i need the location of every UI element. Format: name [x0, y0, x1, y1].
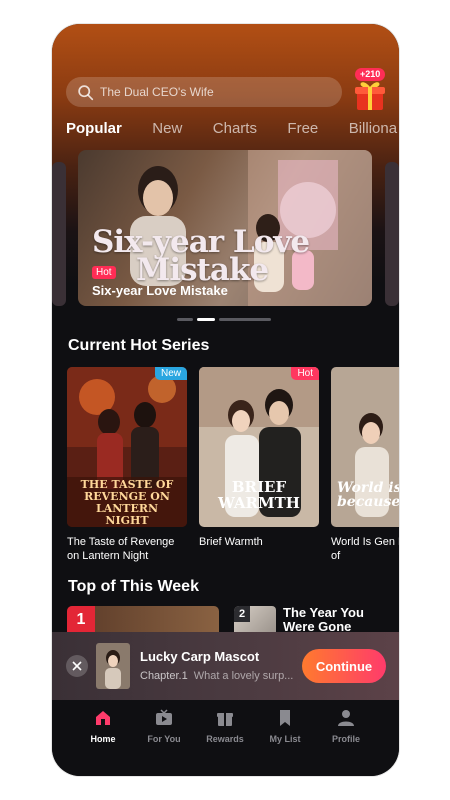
section-title-top-week: Top of This Week — [68, 578, 199, 595]
continue-watching-bar: Lucky Carp Mascot Chapter.1 What a lovely… — [52, 632, 399, 700]
series-poster: BRIEF WARMTH Hot — [199, 367, 319, 527]
tab-charts[interactable]: Charts — [213, 120, 257, 137]
rank-badge: 2 — [234, 606, 250, 622]
banner-prev-peek[interactable] — [52, 162, 66, 306]
profile-icon — [338, 710, 354, 726]
tv-icon — [156, 709, 172, 725]
series-card[interactable]: THE TASTE OF REVENGE ON LANTERN NIGHT Ne… — [67, 367, 187, 563]
tab-billionaire[interactable]: Billiona — [349, 120, 397, 137]
search-icon — [78, 84, 94, 100]
app-screen: The Dual CEO's Wife +210 Popular New Cha… — [52, 24, 399, 776]
section-title-hot-series: Current Hot Series — [68, 337, 210, 354]
tab-new[interactable]: New — [152, 120, 182, 137]
nav-home[interactable]: Home — [73, 708, 133, 744]
close-icon — [72, 661, 82, 671]
series-title: Brief Warmth — [199, 536, 263, 548]
series-title: The Taste of Revenge on Lantern Night — [67, 536, 175, 562]
gift-box-icon — [355, 82, 385, 110]
search-bar[interactable]: The Dual CEO's Wife — [66, 77, 342, 107]
search-placeholder: The Dual CEO's Wife — [100, 85, 214, 99]
featured-banner[interactable]: Six-year Love Mistake Hot Six-year Love … — [78, 150, 372, 306]
nav-my-list[interactable]: My List — [255, 708, 315, 744]
nav-for-you[interactable]: For You — [134, 708, 194, 744]
gift-icon — [217, 713, 233, 726]
banner-next-peek[interactable] — [385, 162, 399, 306]
top-week-title: The Year You Were Gone — [283, 606, 364, 634]
tab-free[interactable]: Free — [287, 120, 318, 137]
gift-button[interactable]: +210 — [351, 68, 389, 112]
gift-badge: +210 — [355, 68, 386, 81]
nav-rewards[interactable]: Rewards — [195, 708, 255, 744]
new-tag: New — [154, 367, 187, 380]
bookmark-icon — [280, 710, 290, 726]
series-title: World Is Gen Beacause of — [331, 536, 399, 562]
banner-art-title: Six-year Love Mistake — [92, 224, 310, 288]
rank-badge: 1 — [67, 606, 95, 634]
series-card[interactable]: BRIEF WARMTH Hot Brief Warmth — [199, 367, 319, 549]
nav-profile[interactable]: Profile — [316, 708, 376, 744]
series-poster: THE TASTE OF REVENGE ON LANTERN NIGHT Ne… — [67, 367, 187, 527]
series-poster: World is because — [331, 367, 399, 527]
continue-button[interactable]: Continue — [302, 649, 386, 683]
bottom-nav: Home For You Rewards My List Profile — [52, 700, 399, 776]
continue-chapter: Chapter.1 What a lovely surp... — [140, 670, 294, 682]
series-card[interactable]: World is because World Is Gen Beacause o… — [331, 367, 399, 563]
category-tabs: Popular New Charts Free Billiona — [66, 120, 399, 138]
continue-title: Lucky Carp Mascot — [140, 649, 260, 664]
close-button[interactable] — [66, 655, 88, 677]
banner-caption: Six-year Love Mistake — [92, 283, 228, 298]
banner-hot-tag: Hot — [92, 266, 116, 279]
home-icon — [96, 711, 110, 725]
hot-tag: Hot — [291, 367, 319, 380]
tab-popular[interactable]: Popular — [66, 120, 122, 137]
continue-thumbnail[interactable] — [96, 643, 130, 689]
